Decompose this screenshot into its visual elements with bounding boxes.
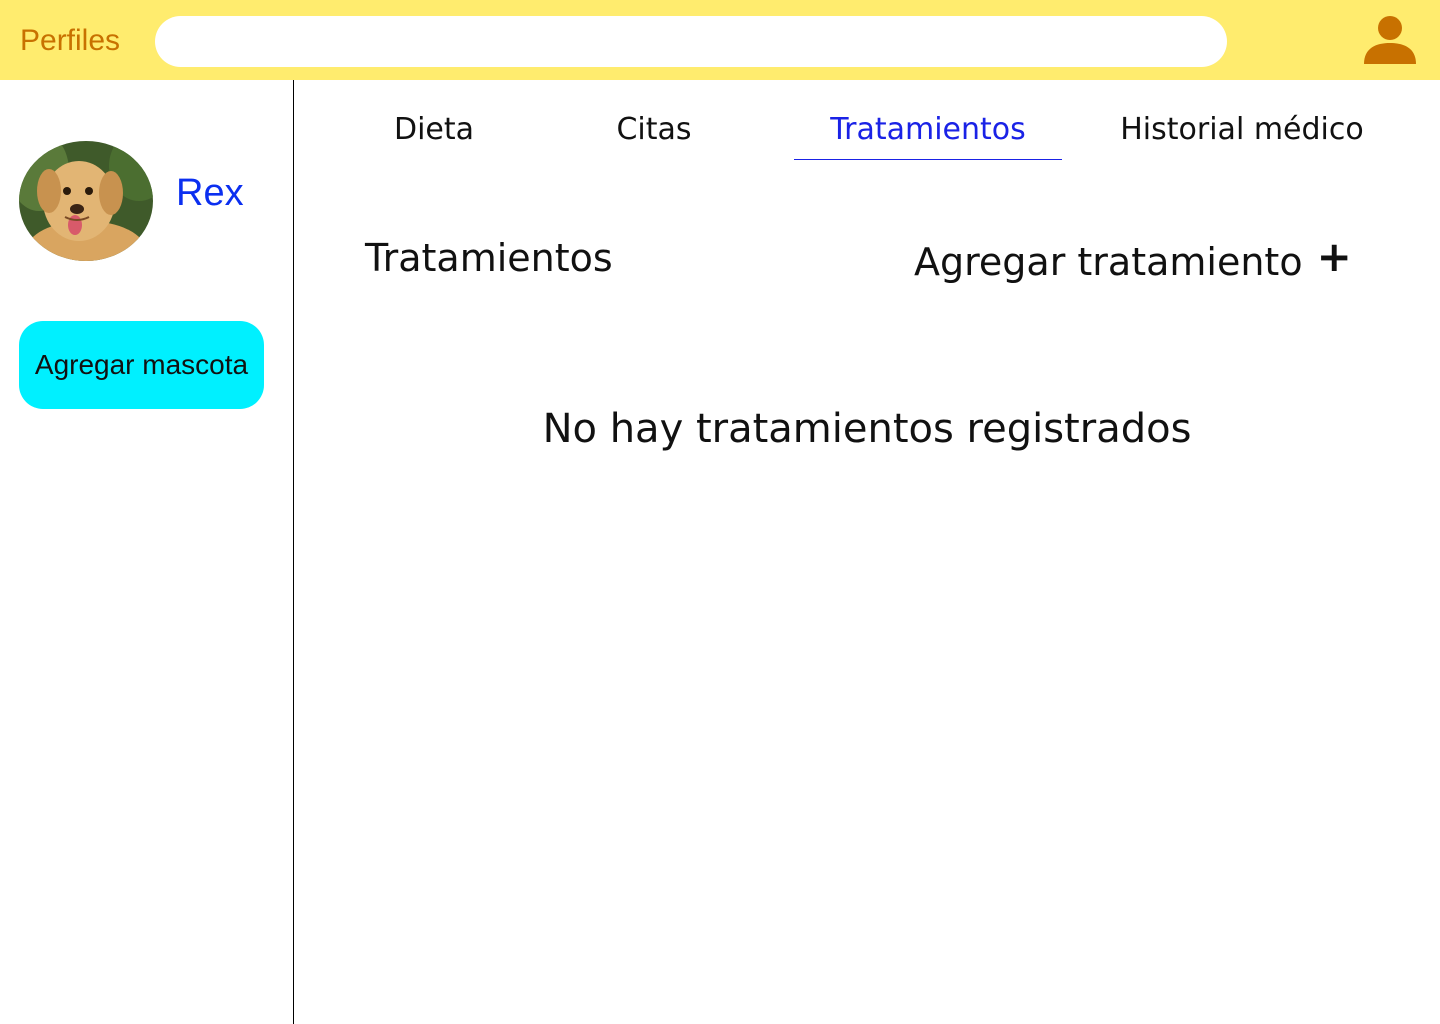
app-title: Perfiles [20, 24, 121, 57]
add-treatment-button[interactable]: Agregar tratamiento + [914, 232, 1352, 285]
tab-citas[interactable]: Citas [604, 112, 704, 160]
search-input[interactable] [155, 16, 1227, 67]
add-pet-button[interactable]: Agregar mascota [19, 321, 264, 409]
empty-state-message: No hay tratamientos registrados [542, 406, 1192, 452]
top-bar: Perfiles [0, 0, 1440, 80]
section-title: Tratamientos [365, 236, 613, 280]
tab-tratamientos[interactable]: Tratamientos [794, 112, 1062, 160]
user-icon[interactable] [1360, 14, 1420, 68]
tab-dieta[interactable]: Dieta [384, 112, 484, 160]
add-treatment-label: Agregar tratamiento [914, 240, 1303, 284]
tab-historial-medico[interactable]: Historial médico [1108, 112, 1376, 160]
pet-name[interactable]: Rex [176, 172, 244, 215]
plus-icon: + [1316, 232, 1352, 281]
pet-avatar[interactable] [19, 141, 153, 261]
